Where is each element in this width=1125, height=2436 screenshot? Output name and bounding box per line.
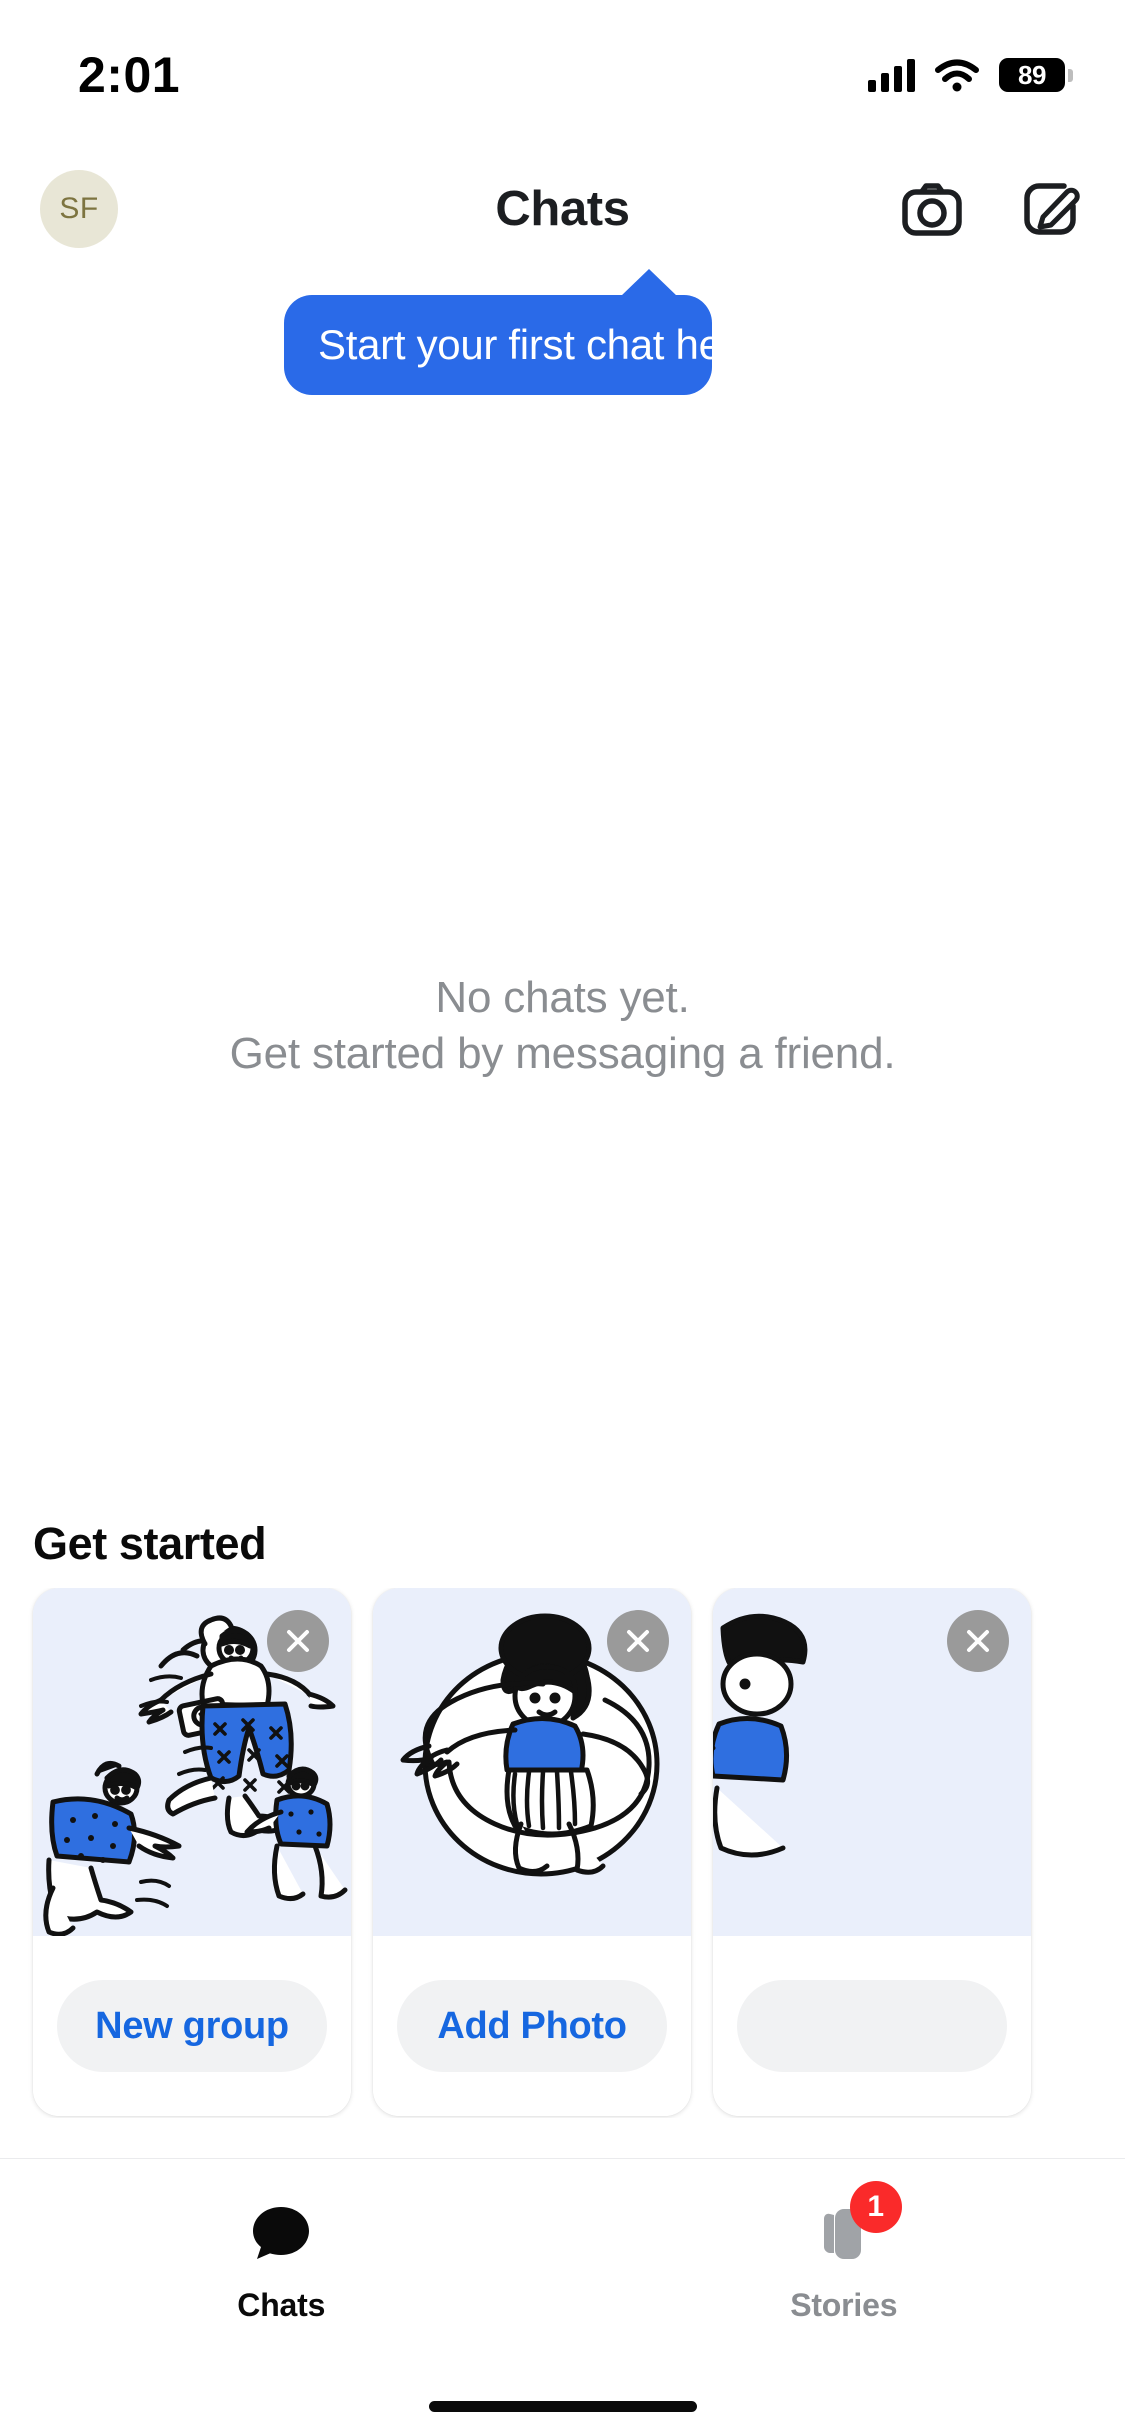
app-header: SF Chats <box>0 150 1125 268</box>
home-indicator <box>428 2401 697 2412</box>
close-icon[interactable] <box>947 1610 1009 1672</box>
empty-state-line2: Get started by messaging a friend. <box>229 1029 896 1079</box>
empty-state: No chats yet. Get started by messaging a… <box>0 970 1125 1083</box>
get-started-carousel[interactable]: New group Add Photo <box>0 1588 1125 2118</box>
tab-label-stories: Stories <box>790 2287 898 2323</box>
card-footer <box>713 1936 1031 2116</box>
camera-icon[interactable] <box>900 177 964 241</box>
status-time: 2:01 <box>78 47 181 103</box>
stories-badge: 1 <box>849 2181 902 2233</box>
header-actions <box>900 177 1085 241</box>
onboarding-tooltip[interactable]: Start your first chat here. <box>284 269 770 396</box>
close-icon[interactable] <box>267 1610 329 1672</box>
get-started-card[interactable]: Add Photo <box>373 1588 691 2116</box>
empty-state-line1: No chats yet. <box>435 973 690 1022</box>
card-action-button[interactable] <box>737 1980 1007 2072</box>
new-group-button[interactable]: New group <box>57 1980 327 2072</box>
battery-icon: 89 <box>999 58 1073 92</box>
add-photo-button[interactable]: Add Photo <box>397 1980 667 2072</box>
get-started-heading: Get started <box>33 1518 267 1569</box>
bottom-tab-bar: Chats 1 Stories <box>0 2158 1125 2436</box>
wifi-icon <box>935 59 979 91</box>
tab-chats[interactable]: Chats <box>0 2197 563 2324</box>
card-footer: New group <box>33 1936 351 2116</box>
compose-icon[interactable] <box>1021 177 1085 241</box>
status-indicators: 89 <box>868 58 1073 92</box>
tab-stories[interactable]: 1 Stories <box>563 2181 1125 2324</box>
tab-label-chats: Chats <box>237 2287 326 2323</box>
card-footer: Add Photo <box>373 1936 691 2116</box>
close-icon[interactable] <box>607 1610 669 1672</box>
tooltip-arrow <box>620 269 678 297</box>
chat-bubble-icon <box>245 2197 317 2269</box>
app-screen: 2:01 89 SF Chats Start your first chat h… <box>0 0 1125 2436</box>
get-started-card[interactable] <box>713 1588 1031 2116</box>
stories-cards-icon: 1 <box>808 2181 902 2269</box>
tooltip-text: Start your first chat here. <box>284 295 770 396</box>
cellular-signal-icon <box>868 58 915 92</box>
battery-level: 89 <box>1018 59 1046 90</box>
get-started-card[interactable]: New group <box>33 1588 351 2116</box>
avatar[interactable]: SF <box>40 170 118 248</box>
status-bar: 2:01 89 <box>0 0 1125 150</box>
